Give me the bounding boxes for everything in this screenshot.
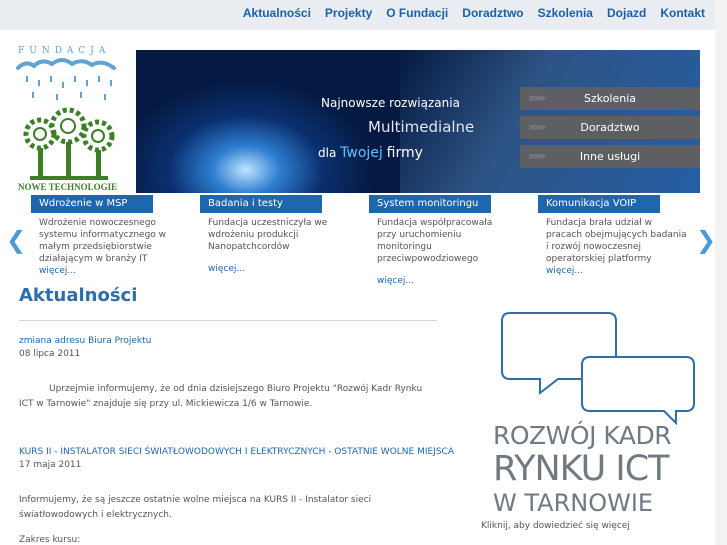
double-chevron-icon: »»» (528, 120, 546, 134)
banner-button-label: Inne usługi (579, 150, 641, 163)
project-promo-banner[interactable]: ROZWÓJ KADR RYNKU ICT W TARNOWIE Kliknij… (478, 305, 713, 535)
news-text: Uprzejmie informujemy, że od dnia dzisie… (19, 384, 423, 409)
news-date: 17 maja 2011 (19, 460, 82, 470)
nav-aktualnosci[interactable]: Aktualności (243, 6, 311, 20)
nav-kontakt[interactable]: Kontakt (660, 6, 705, 20)
scrollbar[interactable] (715, 0, 727, 545)
top-navigation-bar: Aktualności Projekty O Fundacji Doradztw… (0, 0, 727, 30)
promo-caption: Kliknij, aby dowiedzieć się więcej (481, 521, 630, 531)
page-title: Aktualności (19, 285, 138, 306)
carousel-tile: System monitoringu Fundacja współpracowa… (369, 195, 524, 287)
nav-szkolenia[interactable]: Szkolenia (538, 6, 593, 20)
nav-dojazd[interactable]: Dojazd (607, 6, 646, 20)
logo-bottom-text: NOWE TECHNOLOGIE (18, 182, 118, 192)
banner-line-3-word1: Twojej (340, 145, 383, 161)
title-divider (19, 320, 437, 321)
promo-line-2: RYNKU ICT (493, 449, 670, 489)
nav-projekty[interactable]: Projekty (325, 6, 372, 20)
banner-button-label: Szkolenia (583, 92, 637, 105)
news-text: Informujemy, że są jeszcze ostatnie woln… (19, 495, 372, 520)
promo-line-3: W TARNOWIE (493, 489, 654, 517)
tile-more-link[interactable]: więcej... (39, 265, 186, 277)
logo-graphic (16, 58, 116, 180)
banner-line-3-prefix: dla (318, 146, 337, 160)
carousel-tile: Komunikacja VOIP Fundacja brała udział w… (538, 195, 693, 277)
tile-more-link[interactable]: więcej... (546, 265, 693, 277)
main-menu: Aktualności Projekty O Fundacji Doradztw… (243, 6, 705, 20)
banner-line-3: dla Twojej firmy (318, 145, 423, 161)
banner-button-label: Doradztwo (580, 121, 640, 134)
carousel-prev-icon[interactable]: ❮ (6, 226, 26, 254)
logo-top-text: FUNDACJA (18, 46, 111, 56)
banner-line-2: Multimedialne (368, 118, 475, 136)
tile-text: Fundacja brała udział w pracach obejmują… (546, 218, 687, 264)
foundation-logo[interactable]: FUNDACJA NOWE TECHNOLOGIE (16, 44, 120, 194)
banner-button-inne-uslugi[interactable]: »»» Inne usługi (520, 145, 700, 168)
tile-title[interactable]: Komunikacja VOIP (538, 195, 660, 213)
news-date: 08 lipca 2011 (19, 349, 81, 359)
promo-line-1: ROZWÓJ KADR (493, 421, 672, 450)
tile-more-link[interactable]: więcej... (377, 275, 524, 287)
tile-title[interactable]: Wdrożenie w MSP (31, 195, 153, 213)
banner-button-doradztwo[interactable]: »»» Doradztwo (520, 116, 700, 139)
news-text-extra: Zakres kursu: (19, 535, 81, 545)
nav-o-fundacji[interactable]: O Fundacji (386, 6, 448, 20)
tile-text: Wdrożenie nowoczesnego systemu informaty… (39, 218, 167, 264)
speech-bubbles-icon (501, 312, 695, 425)
news-title-link[interactable]: zmiana adresu Biura Projektu (19, 336, 151, 346)
carousel-tile: Badania i testy Fundacja uczestniczyła w… (200, 195, 355, 275)
double-chevron-icon: »»» (528, 149, 546, 163)
tile-text: Fundacja współpracowała przy uruchomieni… (377, 218, 493, 264)
banner-button-szkolenia[interactable]: »»» Szkolenia (520, 87, 700, 110)
tile-title[interactable]: Badania i testy (200, 195, 322, 213)
hero-banner: Najnowsze rozwiązania Multimedialne dla … (136, 50, 700, 193)
nav-doradztwo[interactable]: Doradztwo (462, 6, 523, 20)
carousel-tile: Wdrożenie w MSP Wdrożenie nowoczesnego s… (31, 195, 186, 277)
banner-line-1: Najnowsze rozwiązania (321, 96, 460, 110)
news-title-link[interactable]: KURS II - INSTALATOR SIECI ŚWIATŁOWODOWY… (19, 447, 454, 457)
tile-text: Fundacja uczestniczyła we wdrożeniu prod… (208, 218, 328, 252)
banner-line-3-word2: firmy (386, 145, 423, 161)
double-chevron-icon: »»» (528, 91, 546, 105)
tile-title[interactable]: System monitoringu (369, 195, 491, 213)
tile-more-link[interactable]: więcej... (208, 263, 355, 275)
carousel-next-icon[interactable]: ❯ (696, 226, 716, 254)
